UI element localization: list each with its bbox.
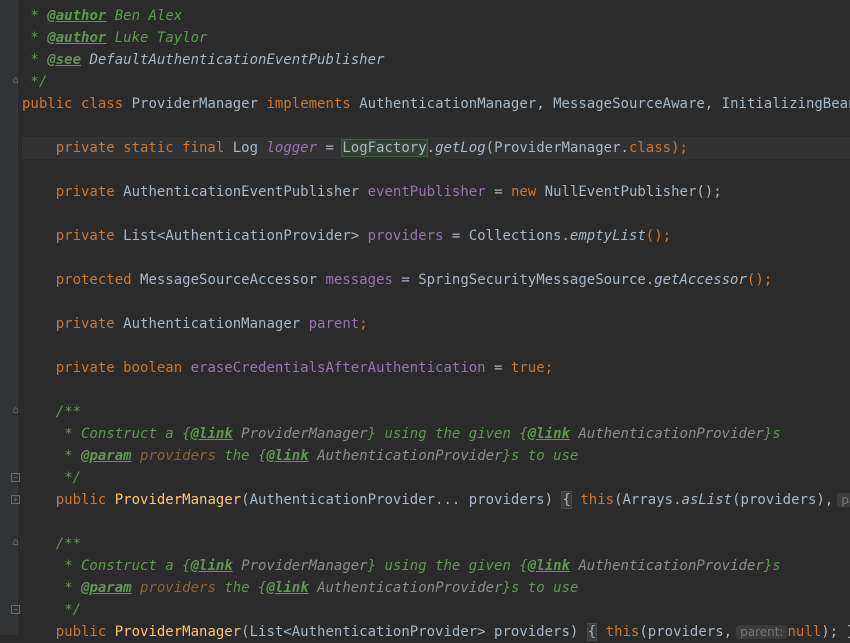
highlighted-identifier: LogFactory xyxy=(341,139,428,157)
javadoc-line: * Construct a {@link ProviderManager} us… xyxy=(55,426,781,442)
fold-end-icon[interactable]: − xyxy=(11,605,20,614)
code-line: private boolean eraseCredentialsAfterAut… xyxy=(55,360,554,376)
code-line: * @author Ben Alex xyxy=(22,8,183,24)
fold-collapse-icon[interactable]: + xyxy=(11,495,20,504)
code-line: protected MessageSourceAccessor messages… xyxy=(55,272,773,288)
code-line: * @see DefaultAuthenticationEventPublish… xyxy=(22,52,385,68)
fold-start-icon[interactable]: ⌂ xyxy=(11,538,20,548)
folded-brace[interactable]: { xyxy=(586,623,598,641)
code-line: private List<AuthenticationProvider> pro… xyxy=(55,228,672,244)
constructor-declaration: public ProviderManager(AuthenticationPro… xyxy=(22,489,850,511)
javadoc-line: * @param providers the {@link Authentica… xyxy=(55,580,579,596)
javadoc-start: /** xyxy=(55,404,82,420)
code-line: private AuthenticationEventPublisher eve… xyxy=(55,184,722,200)
javadoc-start: /** xyxy=(55,536,82,552)
code-editor[interactable]: * @author Ben Alex * @author Luke Taylor… xyxy=(22,5,850,643)
folded-brace[interactable]: { xyxy=(561,491,572,509)
class-declaration: public class ProviderManager implements … xyxy=(22,96,850,112)
current-line: private static final Log logger = LogFac… xyxy=(22,137,850,159)
javadoc-line: * @param providers the {@link Authentica… xyxy=(55,448,579,464)
parameter-hint: parent: xyxy=(837,493,850,507)
constructor-declaration: public ProviderManager(List<Authenticati… xyxy=(55,623,850,641)
fold-end-icon[interactable]: ⌂ xyxy=(11,76,20,86)
fold-end-icon[interactable]: − xyxy=(11,473,20,482)
code-line: * @author Luke Taylor xyxy=(22,30,208,46)
javadoc-end: */ xyxy=(55,602,82,618)
javadoc-end: */ xyxy=(55,470,82,486)
code-line: */ xyxy=(22,74,48,90)
code-line: private AuthenticationManager parent; xyxy=(55,316,368,332)
javadoc-line: * Construct a {@link ProviderManager} us… xyxy=(55,558,781,574)
parameter-hint: parent: xyxy=(736,625,788,639)
fold-start-icon[interactable]: ⌂ xyxy=(11,406,20,416)
